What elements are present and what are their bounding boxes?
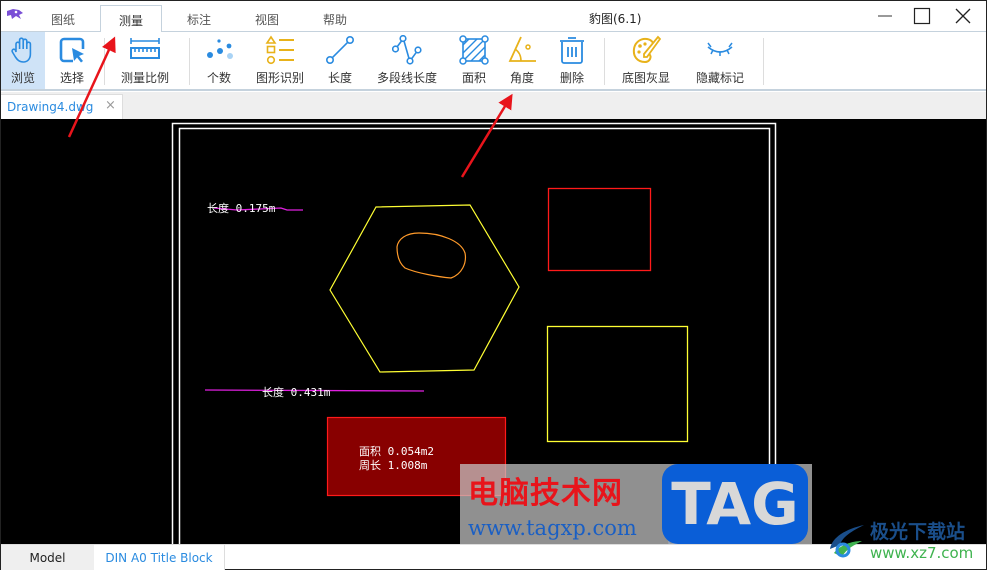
shape-recognition-button[interactable]: 图形识别 (250, 32, 310, 89)
freeform-shape[interactable] (396, 232, 467, 279)
browse-label: 浏览 (10, 71, 35, 85)
watermark-tagxp: 电脑技术网 www.tagxp.com TAG (460, 464, 812, 544)
perimeter-annotation: 周长 1.008m (359, 459, 428, 472)
angle-label: 角度 (509, 71, 534, 85)
area-hatch-icon (459, 35, 489, 65)
toolbar-separator (189, 38, 190, 85)
document-tab-label: Drawing4.dwg (7, 100, 94, 114)
shape-list-icon (265, 35, 294, 65)
gray-background-button[interactable]: 底图灰显 (614, 32, 678, 89)
delete-label: 删除 (559, 71, 584, 85)
select-cursor-icon (59, 37, 85, 63)
red-rectangle[interactable] (547, 187, 652, 272)
polyline-icon (392, 35, 422, 65)
menu-tab-measure[interactable]: 测量 (100, 5, 162, 32)
menu-tab-help[interactable]: 帮助 (315, 11, 355, 28)
minimize-icon (878, 15, 892, 17)
menu-tab-annotate[interactable]: 标注 (179, 11, 219, 28)
dots-count-icon (207, 39, 233, 59)
palette-brush-icon (632, 35, 661, 64)
watermark-xz7: 极光下载站 www.xz7.com (826, 517, 986, 567)
line-length-icon (325, 35, 354, 64)
shape-recognition-label: 图形识别 (255, 71, 304, 85)
toolbar-separator (604, 38, 605, 85)
hide-marks-button[interactable]: 隐藏标记 (689, 32, 751, 89)
close-button[interactable] (948, 5, 978, 27)
length-button[interactable]: 长度 (319, 32, 361, 89)
length-annotation-1: 长度 0.175m (207, 201, 276, 215)
measure-scale-label: 测量比例 (120, 71, 169, 85)
hide-marks-label: 隐藏标记 (695, 71, 744, 85)
hexagon-shape[interactable] (329, 204, 520, 373)
delete-button[interactable]: 删除 (551, 32, 593, 89)
close-tab-icon[interactable]: × (105, 98, 116, 113)
app-logo-icon (7, 9, 23, 19)
toolbar-separator (104, 38, 105, 85)
measure-scale-button[interactable]: 测量比例 (113, 32, 177, 89)
xz7-logo-icon (830, 525, 864, 558)
maximize-icon (913, 7, 931, 25)
minimize-button[interactable] (870, 5, 900, 27)
close-icon (955, 8, 971, 24)
count-button[interactable]: 个数 (197, 32, 241, 89)
app-window: 图纸 测量 标注 视图 帮助 豹图(6.1) 浏览 选择 测量比例 个数 图形识… (0, 0, 987, 570)
menu-tab-view[interactable]: 视图 (247, 11, 287, 28)
yellow-rectangle[interactable] (546, 325, 689, 443)
gray-background-label: 底图灰显 (621, 71, 670, 85)
length-label: 长度 (327, 71, 352, 85)
maximize-button[interactable] (907, 5, 937, 27)
menu-tab-drawing[interactable]: 图纸 (43, 11, 83, 28)
watermark-xz7-name: 极光下载站 (870, 521, 966, 543)
layout-tab-din-a0[interactable]: DIN A0 Title Block (94, 545, 225, 570)
watermark-xz7-url: www.xz7.com (870, 544, 974, 562)
select-button[interactable]: 选择 (49, 32, 95, 89)
browse-button[interactable]: 浏览 (1, 32, 45, 89)
select-label: 选择 (59, 71, 84, 85)
angle-button[interactable]: 角度 (501, 32, 543, 89)
count-label: 个数 (206, 71, 231, 85)
document-tab-bar: Drawing4.dwg × (1, 92, 986, 119)
watermark-tag-logo: TAG (662, 464, 808, 544)
hand-icon (11, 37, 32, 63)
toolbar-separator (763, 38, 764, 85)
document-tab[interactable]: Drawing4.dwg × (1, 94, 123, 119)
layout-tab-model[interactable]: Model (1, 545, 94, 570)
area-label: 面积 (461, 71, 486, 85)
length-annotation-2: 长度 0.431m (262, 385, 331, 399)
trash-icon (560, 37, 584, 64)
ruler-icon (130, 38, 160, 59)
polyline-length-button[interactable]: 多段线长度 (371, 32, 443, 89)
title-bar: 图纸 测量 标注 视图 帮助 豹图(6.1) (1, 1, 986, 32)
polyline-length-label: 多段线长度 (376, 71, 437, 85)
angle-icon (508, 36, 536, 62)
watermark-site-url: www.tagxp.com (468, 516, 637, 540)
window-title: 豹图(6.1) (589, 12, 642, 26)
area-button[interactable]: 面积 (453, 32, 495, 89)
area-annotation: 面积 0.054m2 (359, 445, 434, 458)
closed-eye-icon (707, 42, 733, 56)
watermark-site-name: 电脑技术网 (468, 476, 623, 511)
ribbon-toolbar: 浏览 选择 测量比例 个数 图形识别 长度 多段线长度 面积 角度 删除 底图灰… (1, 31, 986, 91)
